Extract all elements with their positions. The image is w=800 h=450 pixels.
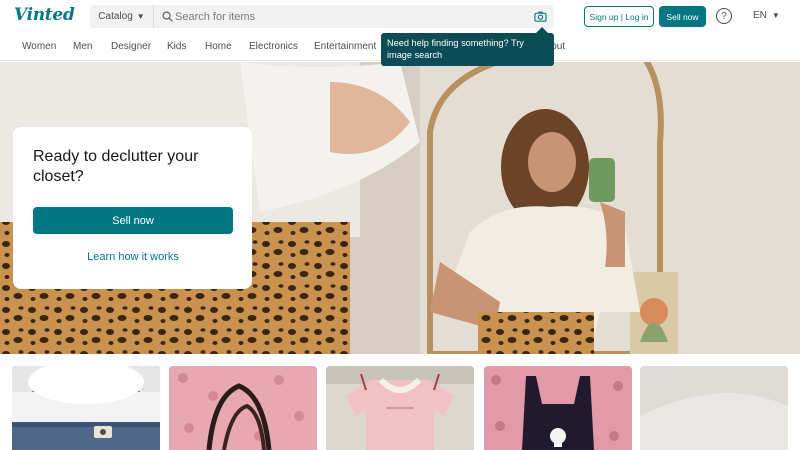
camera-icon[interactable] (534, 10, 547, 23)
product-photo-black-bag (169, 366, 317, 450)
product-card[interactable] (640, 366, 788, 450)
top-header: Vinted Catalog ▼ Sign up | Log in Sell n… (0, 0, 800, 33)
product-card[interactable] (484, 366, 632, 450)
language-label: EN (753, 10, 767, 21)
product-card[interactable] (12, 366, 160, 450)
signup-login-button[interactable]: Sign up | Log in (584, 6, 654, 27)
nav-item-home[interactable]: Home (205, 41, 232, 52)
question-circle-icon[interactable]: ? (716, 8, 732, 24)
product-photo-pink-tee (326, 366, 474, 450)
product-grid (0, 366, 800, 450)
hero-banner: Ready to declutter your closet? Sell now… (0, 62, 800, 354)
hero-title: Ready to declutter your closet? (33, 148, 199, 185)
nav-item-women[interactable]: Women (22, 41, 56, 52)
product-card[interactable] (169, 366, 317, 450)
search-icon (162, 11, 173, 22)
header-sell-now-button[interactable]: Sell now (659, 6, 706, 27)
product-photo-denim-shorts (12, 366, 160, 450)
nav-item-designer[interactable]: Designer (111, 41, 151, 52)
nav-item-men[interactable]: Men (73, 41, 92, 52)
image-search-tooltip: Need help finding something? Try image s… (381, 27, 554, 66)
catalog-dropdown[interactable]: Catalog ▼ (90, 5, 154, 28)
catalog-label: Catalog (98, 11, 133, 22)
product-photo-white-item (640, 366, 788, 450)
vinted-logo[interactable]: Vinted (14, 5, 75, 25)
nav-item-entertainment[interactable]: Entertainment (314, 41, 376, 52)
language-selector[interactable]: EN ▼ (753, 10, 780, 21)
hero-card: Ready to declutter your closet? Sell now… (13, 127, 252, 289)
search-input[interactable] (175, 7, 525, 26)
nav-item-kids[interactable]: Kids (167, 41, 186, 52)
nav-item-electronics[interactable]: Electronics (249, 41, 298, 52)
chevron-down-icon: ▼ (136, 12, 145, 21)
product-photo-skull-tank (484, 366, 632, 450)
product-card[interactable] (326, 366, 474, 450)
chevron-down-icon: ▼ (771, 11, 780, 20)
learn-how-it-works-link[interactable]: Learn how it works (33, 247, 233, 267)
search-bar: Catalog ▼ (90, 5, 554, 28)
hero-sell-now-button[interactable]: Sell now (33, 207, 233, 234)
